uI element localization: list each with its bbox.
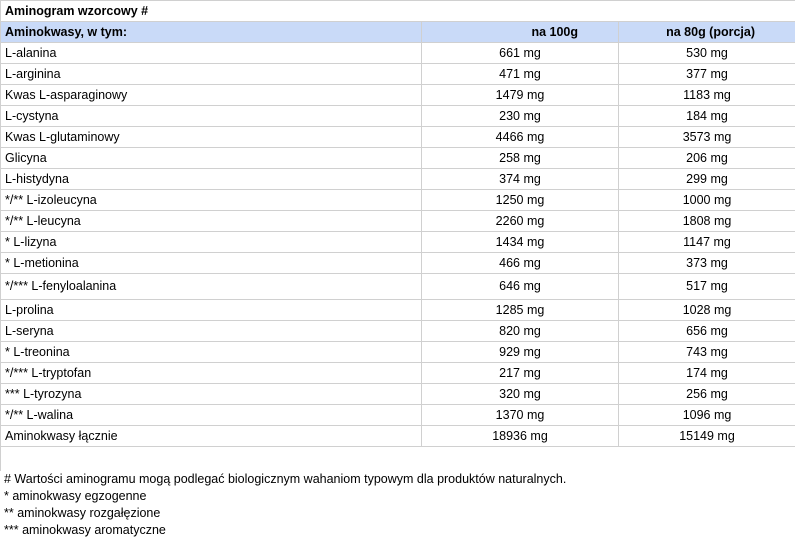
cell-na-80g[interactable]: 1147 mg	[619, 232, 795, 253]
footnote-line: * aminokwasy egzogenne	[4, 488, 795, 505]
cell-na-100g[interactable]: 258 mg	[422, 148, 619, 169]
cell-na-100g[interactable]: 1285 mg	[422, 300, 619, 321]
table-title[interactable]: Aminogram wzorcowy #	[1, 1, 795, 22]
table-row: * L-treonina929 mg743 mg	[1, 342, 795, 363]
table-row: */*** L-tryptofan217 mg174 mg	[1, 363, 795, 384]
aminogram-table: Aminogram wzorcowy # Aminokwasy, w tym: …	[0, 0, 795, 471]
cell-na-80g[interactable]: 377 mg	[619, 64, 795, 85]
footnote-line: # Wartości aminogramu mogą podlegać biol…	[4, 471, 795, 488]
header-na-100g[interactable]: na 100g	[422, 22, 619, 43]
cell-na-100g[interactable]: 1434 mg	[422, 232, 619, 253]
cell-na-80g[interactable]: 3573 mg	[619, 127, 795, 148]
table-row: L-prolina1285 mg1028 mg	[1, 300, 795, 321]
cell-name[interactable]: */** L-walina	[1, 405, 422, 426]
table-row: * L-lizyna1434 mg1147 mg	[1, 232, 795, 253]
cell-na-100g[interactable]: 1479 mg	[422, 85, 619, 106]
cell-na-80g[interactable]: 206 mg	[619, 148, 795, 169]
cell-name[interactable]: * L-treonina	[1, 342, 422, 363]
table-row: */** L-izoleucyna1250 mg1000 mg	[1, 190, 795, 211]
cell-na-80g[interactable]: 1183 mg	[619, 85, 795, 106]
footnote-line: *** aminokwasy aromatyczne	[4, 522, 795, 539]
table-row: Kwas L-asparaginowy1479 mg1183 mg	[1, 85, 795, 106]
cell-na-80g[interactable]: 299 mg	[619, 169, 795, 190]
aminogram-sheet: Aminogram wzorcowy # Aminokwasy, w tym: …	[0, 0, 795, 532]
cell-name[interactable]: */*** L-fenyloalanina	[1, 274, 422, 300]
cell-na-100g[interactable]: 466 mg	[422, 253, 619, 274]
table-row: *** L-tyrozyna320 mg256 mg	[1, 384, 795, 405]
cell-na-100g[interactable]: 217 mg	[422, 363, 619, 384]
spacer-row	[1, 447, 795, 472]
cell-na-100g[interactable]: 646 mg	[422, 274, 619, 300]
table-row: L-cystyna230 mg184 mg	[1, 106, 795, 127]
header-na-80g[interactable]: na 80g (porcja)	[619, 22, 795, 43]
cell-na-100g[interactable]: 1370 mg	[422, 405, 619, 426]
header-aminokwasy[interactable]: Aminokwasy, w tym:	[1, 22, 422, 43]
table-row: * L-metionina466 mg373 mg	[1, 253, 795, 274]
cell-name[interactable]: *** L-tyrozyna	[1, 384, 422, 405]
title-row: Aminogram wzorcowy #	[1, 1, 795, 22]
cell-name[interactable]: L-histydyna	[1, 169, 422, 190]
cell-na-80g[interactable]: 256 mg	[619, 384, 795, 405]
table-row: */*** L-fenyloalanina646 mg517 mg	[1, 274, 795, 300]
spacer-cell[interactable]	[1, 447, 795, 472]
cell-na-80g[interactable]: 1028 mg	[619, 300, 795, 321]
cell-name[interactable]: L-alanina	[1, 43, 422, 64]
cell-na-80g[interactable]: 1000 mg	[619, 190, 795, 211]
table-row: */** L-walina1370 mg1096 mg	[1, 405, 795, 426]
footnotes: # Wartości aminogramu mogą podlegać biol…	[0, 471, 795, 539]
cell-na-100g[interactable]: 661 mg	[422, 43, 619, 64]
cell-name[interactable]: L-seryna	[1, 321, 422, 342]
cell-na-100g[interactable]: 320 mg	[422, 384, 619, 405]
cell-name[interactable]: */*** L-tryptofan	[1, 363, 422, 384]
cell-na-80g[interactable]: 1808 mg	[619, 211, 795, 232]
table-row: Glicyna258 mg206 mg	[1, 148, 795, 169]
cell-na-100g[interactable]: 374 mg	[422, 169, 619, 190]
cell-na-80g[interactable]: 517 mg	[619, 274, 795, 300]
table-row: L-arginina471 mg377 mg	[1, 64, 795, 85]
footnote-line: ** aminokwasy rozgałęzione	[4, 505, 795, 522]
cell-na-80g[interactable]: 743 mg	[619, 342, 795, 363]
cell-na-100g[interactable]: 820 mg	[422, 321, 619, 342]
cell-name[interactable]: */** L-leucyna	[1, 211, 422, 232]
table-row: L-seryna820 mg656 mg	[1, 321, 795, 342]
cell-na-80g[interactable]: 373 mg	[619, 253, 795, 274]
cell-name[interactable]: */** L-izoleucyna	[1, 190, 422, 211]
header-row: Aminokwasy, w tym: na 100g na 80g (porcj…	[1, 22, 795, 43]
cell-name[interactable]: Kwas L-glutaminowy	[1, 127, 422, 148]
cell-name[interactable]: Kwas L-asparaginowy	[1, 85, 422, 106]
table-row: L-histydyna374 mg299 mg	[1, 169, 795, 190]
cell-name[interactable]: L-cystyna	[1, 106, 422, 127]
cell-name[interactable]: L-prolina	[1, 300, 422, 321]
cell-name[interactable]: Aminokwasy łącznie	[1, 426, 422, 447]
cell-na-80g[interactable]: 656 mg	[619, 321, 795, 342]
cell-na-100g[interactable]: 1250 mg	[422, 190, 619, 211]
cell-na-100g[interactable]: 18936 mg	[422, 426, 619, 447]
cell-na-100g[interactable]: 2260 mg	[422, 211, 619, 232]
table-row: Aminokwasy łącznie18936 mg15149 mg	[1, 426, 795, 447]
table-row: L-alanina661 mg530 mg	[1, 43, 795, 64]
cell-na-80g[interactable]: 184 mg	[619, 106, 795, 127]
cell-na-100g[interactable]: 4466 mg	[422, 127, 619, 148]
cell-na-80g[interactable]: 1096 mg	[619, 405, 795, 426]
cell-na-80g[interactable]: 530 mg	[619, 43, 795, 64]
cell-name[interactable]: L-arginina	[1, 64, 422, 85]
cell-name[interactable]: * L-lizyna	[1, 232, 422, 253]
cell-na-100g[interactable]: 929 mg	[422, 342, 619, 363]
cell-na-100g[interactable]: 230 mg	[422, 106, 619, 127]
table-row: */** L-leucyna2260 mg1808 mg	[1, 211, 795, 232]
cell-name[interactable]: * L-metionina	[1, 253, 422, 274]
cell-name[interactable]: Glicyna	[1, 148, 422, 169]
table-row: Kwas L-glutaminowy4466 mg3573 mg	[1, 127, 795, 148]
cell-na-100g[interactable]: 471 mg	[422, 64, 619, 85]
cell-na-80g[interactable]: 174 mg	[619, 363, 795, 384]
cell-na-80g[interactable]: 15149 mg	[619, 426, 795, 447]
